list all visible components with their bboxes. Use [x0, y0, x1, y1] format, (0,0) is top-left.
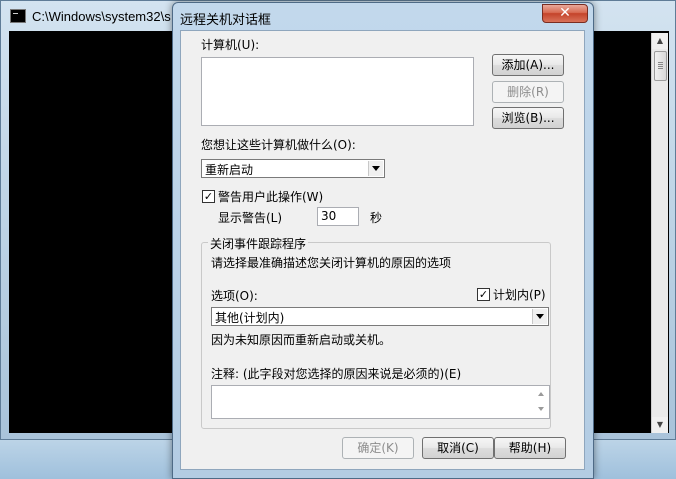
comment-scrollbar[interactable] — [534, 387, 548, 417]
tracker-instruction: 请选择最准确描述您关闭计算机的原因的选项 — [211, 256, 452, 270]
computers-list[interactable] — [201, 57, 474, 126]
console-window-title: C:\Windows\system32\s — [32, 9, 171, 24]
action-select[interactable]: 重新启动 — [201, 159, 385, 178]
remove-button[interactable]: 删除(R) — [492, 81, 564, 103]
action-label: 您想让这些计算机做什么(O): — [201, 138, 356, 152]
console-scrollbar[interactable]: ▲ ▼ — [651, 33, 668, 433]
action-select-value: 重新启动 — [205, 163, 254, 177]
option-label: 选项(O): — [211, 289, 258, 303]
close-icon: ✕ — [559, 5, 571, 21]
warning-seconds-input[interactable]: 30 — [317, 207, 359, 226]
scroll-up-icon[interactable] — [538, 392, 544, 396]
display-warning-label: 显示警告(L) — [218, 211, 283, 225]
help-button[interactable]: 帮助(H) — [494, 437, 566, 459]
remote-shutdown-dialog: 远程关机对话框 ✕ 计算机(U): 添加(A)... 删除(R) 浏览(B)..… — [172, 2, 594, 479]
close-button[interactable]: ✕ — [542, 4, 588, 23]
seconds-unit-label: 秒 — [370, 211, 383, 225]
computers-label: 计算机(U): — [201, 38, 260, 52]
scroll-thumb[interactable] — [654, 51, 667, 81]
warn-users-label: 警告用户此操作(W) — [218, 190, 324, 204]
browse-button[interactable]: 浏览(B)... — [492, 107, 564, 129]
planned-label: 计划内(P) — [493, 288, 546, 302]
ok-button[interactable]: 确定(K) — [342, 437, 414, 459]
comment-label: 注释: (此字段对您选择的原因来说是必须的)(E) — [211, 367, 462, 381]
scroll-up-arrow-icon[interactable]: ▲ — [652, 33, 668, 49]
shutdown-event-tracker-title: 关闭事件跟踪程序 — [208, 235, 309, 252]
chevron-down-icon[interactable] — [532, 309, 547, 324]
option-select[interactable]: 其他(计划内) — [211, 307, 549, 326]
chevron-down-icon[interactable] — [368, 161, 383, 176]
option-select-value: 其他(计划内) — [215, 311, 285, 325]
dialog-client-area: 计算机(U): 添加(A)... 删除(R) 浏览(B)... 您想让这些计算机… — [180, 30, 585, 470]
console-icon — [10, 9, 26, 23]
comment-textarea[interactable] — [211, 385, 550, 419]
warn-users-checkbox[interactable]: ✓ — [202, 190, 215, 203]
cancel-button[interactable]: 取消(C) — [422, 437, 494, 459]
option-description: 因为未知原因而重新启动或关机。 — [211, 333, 392, 347]
add-button[interactable]: 添加(A)... — [492, 54, 564, 76]
scroll-down-icon[interactable] — [538, 407, 544, 411]
dialog-title: 远程关机对话框 — [180, 13, 272, 28]
scroll-down-arrow-icon[interactable]: ▼ — [652, 417, 668, 433]
planned-checkbox[interactable]: ✓ — [477, 288, 490, 301]
